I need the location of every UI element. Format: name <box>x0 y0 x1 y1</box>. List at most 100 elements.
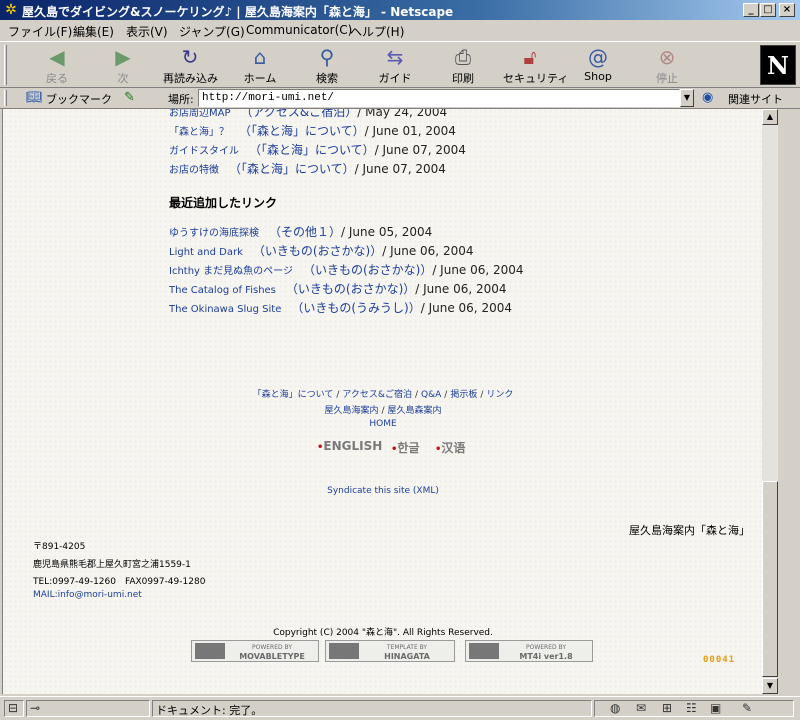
menu-view[interactable]: 表示(V) <box>126 23 168 40</box>
menu-file[interactable]: ファイル(F) <box>8 23 72 40</box>
link-date: / June 06, 2004 <box>432 263 524 277</box>
forward-button[interactable]: ▶ 次 <box>96 44 150 86</box>
language-chinese-link[interactable]: •汉语 <box>435 439 465 456</box>
scroll-up-button[interactable]: ▲ <box>762 109 778 125</box>
entry-category-link[interactable]: （「森と海」について） <box>239 124 365 138</box>
guide-button[interactable]: ⇆ ガイド <box>368 44 422 86</box>
hinagata-logo-icon <box>329 643 359 659</box>
related-sites-button[interactable]: 関連サイト <box>728 91 783 107</box>
mt4i-badge[interactable]: POWERED BY MT4i ver1.8 <box>465 640 593 662</box>
link-item: Light and Dark （いきもの(おさかな)）/ June 06, 200… <box>169 242 473 259</box>
link-title-link[interactable]: The Okinawa Slug Site <box>169 304 281 315</box>
link-title-link[interactable]: The Catalog of Fishes <box>169 285 276 296</box>
toolbar-grip[interactable] <box>4 45 7 85</box>
nav-link-board[interactable]: 掲示板 <box>450 390 477 400</box>
footer-nav-row3: HOME <box>3 419 762 429</box>
address-mail-link[interactable]: MAIL:info@mori-umi.net <box>33 590 142 600</box>
mt4i-logo-icon <box>469 643 499 659</box>
entry-category-link[interactable]: （「森と海」について） <box>249 143 375 157</box>
link-category-link[interactable]: （いきもの(おさかな)） <box>286 282 415 296</box>
page-proxy-icon[interactable]: ✎ <box>124 90 135 105</box>
window-title-bar[interactable]: ✲ 屋久島でダイビング&スノーケリング♪ | 屋久島海案内「森と海」 - Net… <box>0 0 800 20</box>
copyright-text: Copyright (C) 2004 "森と海". All Rights Res… <box>273 628 493 638</box>
link-category-link[interactable]: （その他１） <box>269 225 341 239</box>
page-viewport: お店周辺MAP （アクセス&ご宿泊）/ May 24, 2004 「森と海」？ （「… <box>2 109 762 694</box>
hinagata-badge[interactable]: TEMPLATE BY HINAGATA <box>325 640 455 662</box>
menu-edit[interactable]: 編集(E) <box>73 23 114 40</box>
status-bar: ⊟ ⊸ ドキュメント: 完了。 ◍ ✉ ⊞ ☷ ▣ ✎ <box>0 696 800 720</box>
print-button[interactable]: ⎙ 印刷 <box>436 44 490 86</box>
bookmarks-button[interactable]: ブックマーク <box>46 91 112 107</box>
syndicate-xml-link[interactable]: Syndicate this site (XML) <box>3 486 762 496</box>
link-title-link[interactable]: ゆうすけの海底探検 <box>169 228 259 239</box>
link-category-link[interactable]: （いきもの(おさかな)） <box>253 244 382 258</box>
link-title-link[interactable]: Ichthy まだ見ぬ魚のページ <box>169 266 293 277</box>
bookmark-book-icon[interactable]: 📖︎ <box>26 90 43 105</box>
print-icon: ⎙ <box>455 45 471 69</box>
menu-go[interactable]: ジャンプ(G) <box>179 23 245 40</box>
nav-link-access[interactable]: アクセス&ご宿泊 <box>342 390 412 400</box>
locationbar-grip[interactable] <box>4 90 7 106</box>
language-english-link[interactable]: •ENGLISH <box>317 439 382 453</box>
shop-button[interactable]: @ Shop <box>571 44 625 86</box>
navigator-icon[interactable]: ◍ <box>610 701 620 715</box>
status-text: ドキュメント: 完了。 <box>156 704 263 717</box>
online-plug-icon: ⊸ <box>30 701 41 715</box>
entry-title-link[interactable]: お店周辺MAP <box>169 109 231 119</box>
menu-help[interactable]: ヘルプ(H) <box>350 23 404 40</box>
footer-site-name: 屋久島海案内「森と海」 <box>629 524 750 537</box>
newsgroups-icon[interactable]: ⊞ <box>662 701 672 715</box>
vertical-scrollbar[interactable]: ▲ ▼ <box>762 109 778 694</box>
security-button[interactable]: 🔓︎ セキュリティ <box>503 44 568 86</box>
link-category-link[interactable]: （いきもの(おさかな)） <box>303 263 432 277</box>
nav-link-links[interactable]: リンク <box>486 390 513 400</box>
link-date: / June 06, 2004 <box>420 301 512 315</box>
nav-link-forest-guide[interactable]: 屋久島森案内 <box>388 406 442 416</box>
entry-date: / May 24, 2004 <box>357 109 448 119</box>
address-book-icon[interactable]: ☷ <box>686 701 697 715</box>
footer-nav-row2: 屋久島海案内 / 屋久島森案内 <box>324 406 442 416</box>
composer-icon[interactable]: ▣ <box>710 701 721 715</box>
entry-item: ガイドスタイル （「森と海」について）/ June 07, 2004 <box>169 141 466 158</box>
nav-link-about[interactable]: 「森と海」について <box>253 390 334 400</box>
menu-communicator[interactable]: Communicator(C) <box>246 23 352 37</box>
maximize-button[interactable]: □ <box>760 3 776 17</box>
location-toolbar: 📖︎ ブックマーク ✎ 場所: http://mori-umi.net/ ▼ ◉… <box>0 88 800 109</box>
url-history-dropdown[interactable]: ▼ <box>680 89 694 107</box>
back-button[interactable]: ◀ 戻る <box>30 44 84 86</box>
entry-title-link[interactable]: ガイドスタイル <box>169 146 239 157</box>
entry-item: お店の特徴 （「森と海」について）/ June 07, 2004 <box>169 160 446 177</box>
entry-title-link[interactable]: お店の特徴 <box>169 165 219 176</box>
minimize-button[interactable]: _ <box>743 3 759 17</box>
footer-nav: 「森と海」について / アクセス&ご宿泊 / Q&A / 掲示板 / リンク <box>252 390 514 400</box>
entry-category-link[interactable]: （「森と海」について） <box>229 162 355 176</box>
recent-links-heading: 最近追加したリンク <box>169 196 278 210</box>
entry-item: お店周辺MAP （アクセス&ご宿泊）/ May 24, 2004 <box>169 109 447 120</box>
movabletype-badge[interactable]: POWERED BY MOVABLETYPE <box>191 640 319 662</box>
related-sites-icon[interactable]: ◉ <box>702 90 713 105</box>
reload-button[interactable]: ↻ 再読み込み <box>163 44 218 86</box>
entry-category-link[interactable]: （アクセス&ご宿泊） <box>241 109 358 119</box>
scrollbar-thumb[interactable] <box>762 481 778 677</box>
close-button[interactable]: × <box>779 3 795 17</box>
scroll-down-button[interactable]: ▼ <box>762 678 778 694</box>
link-category-link[interactable]: （いきもの(うみうし)） <box>291 301 420 315</box>
home-button[interactable]: ⌂ ホーム <box>233 44 287 86</box>
entry-title-link[interactable]: 「森と海」？ <box>169 127 229 138</box>
mail-icon[interactable]: ✉ <box>636 701 646 715</box>
language-korean-link[interactable]: •한글 <box>391 439 420 456</box>
reload-icon: ↻ <box>181 45 199 69</box>
nav-link-home[interactable]: HOME <box>369 419 396 429</box>
search-button[interactable]: ⚲ 検索 <box>300 44 354 86</box>
nav-link-sea-guide[interactable]: 屋久島海案内 <box>324 406 378 416</box>
stop-button[interactable]: ⊗ 停止 <box>640 44 694 86</box>
link-title-link[interactable]: Light and Dark <box>169 247 243 258</box>
search-icon: ⚲ <box>319 45 335 69</box>
nav-link-qa[interactable]: Q&A <box>421 390 441 400</box>
link-item: The Okinawa Slug Site （いきもの(うみうし)）/ June … <box>169 299 512 316</box>
window-title: 屋久島でダイビング&スノーケリング♪ | 屋久島海案内「森と海」 - Netsc… <box>22 5 454 19</box>
composer-pen-icon[interactable]: ✎ <box>742 701 752 715</box>
entry-date: / June 07, 2004 <box>354 162 446 176</box>
home-icon: ⌂ <box>253 45 267 69</box>
url-input[interactable]: http://mori-umi.net/ <box>198 89 680 107</box>
